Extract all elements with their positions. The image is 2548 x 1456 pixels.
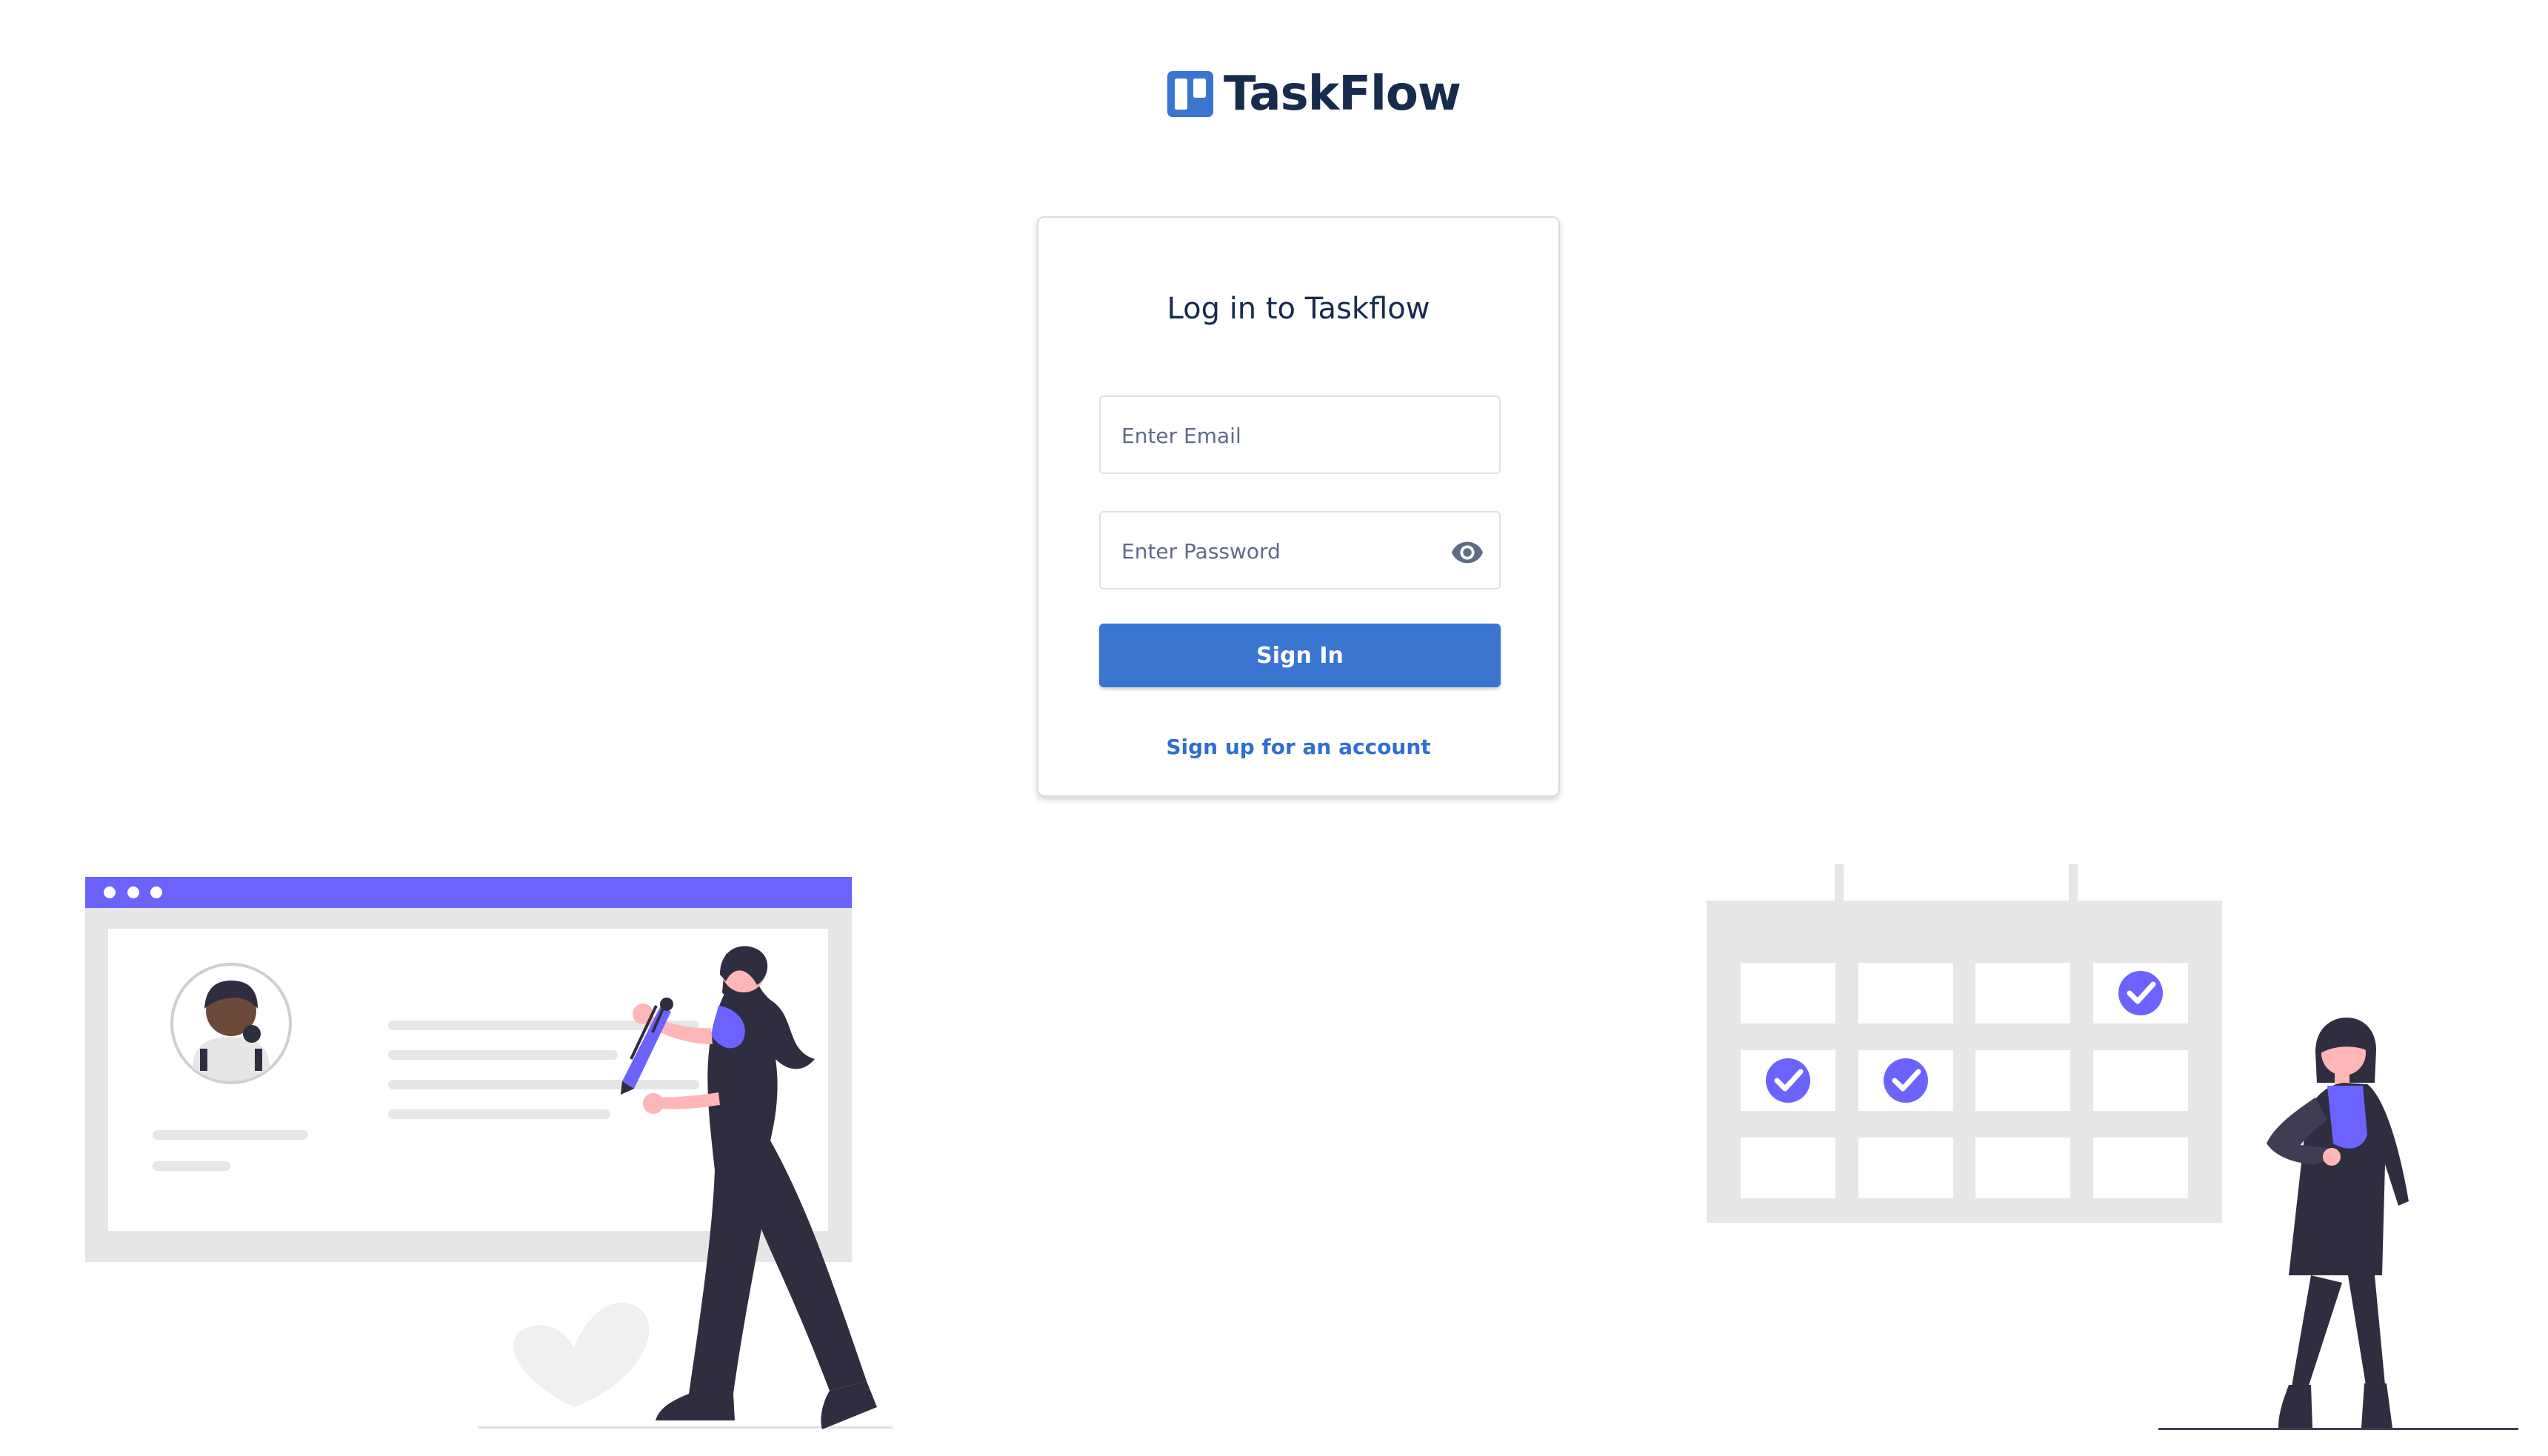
- calendar-checklist-illustration: [1707, 864, 2518, 1430]
- sign-in-button[interactable]: Sign In: [1099, 624, 1501, 687]
- window-dot-icon: [127, 886, 139, 898]
- password-field[interactable]: [1099, 511, 1501, 590]
- login-title: Log in to Taskflow: [1167, 292, 1430, 326]
- standing-woman-figure: [2267, 1018, 2409, 1428]
- placeholder-line: [153, 1161, 230, 1171]
- placeholder-line: [388, 1109, 610, 1119]
- email-input[interactable]: [1120, 397, 1449, 474]
- sign-up-link[interactable]: Sign up for an account: [1038, 735, 1558, 759]
- check-circle-icon: [1766, 1058, 1810, 1103]
- login-card: Log in to Taskflow Sign In Sign up for a…: [1037, 216, 1560, 797]
- calendar-icon: [1707, 864, 2222, 1223]
- placeholder-line: [388, 1050, 618, 1060]
- brand-name: TaskFlow: [1224, 67, 1461, 121]
- profile-editing-illustration: [85, 877, 893, 1429]
- window-dot-icon: [104, 886, 116, 898]
- avatar-icon: [170, 963, 292, 1084]
- password-input[interactable]: [1120, 512, 1449, 590]
- check-circle-icon: [2118, 971, 2163, 1015]
- check-circle-icon: [1884, 1058, 1928, 1103]
- heart-icon: [513, 1302, 650, 1407]
- board-logo-icon: [1167, 71, 1213, 117]
- eye-icon[interactable]: [1450, 535, 1484, 570]
- placeholder-line: [388, 1080, 699, 1089]
- ground-line: [478, 1426, 893, 1429]
- email-field[interactable]: [1099, 395, 1501, 474]
- brand-header: TaskFlow: [1167, 67, 1461, 121]
- window-dot-icon: [150, 886, 162, 898]
- ground-line: [2158, 1428, 2518, 1430]
- browser-title-bar: [85, 877, 852, 908]
- placeholder-line: [153, 1130, 308, 1140]
